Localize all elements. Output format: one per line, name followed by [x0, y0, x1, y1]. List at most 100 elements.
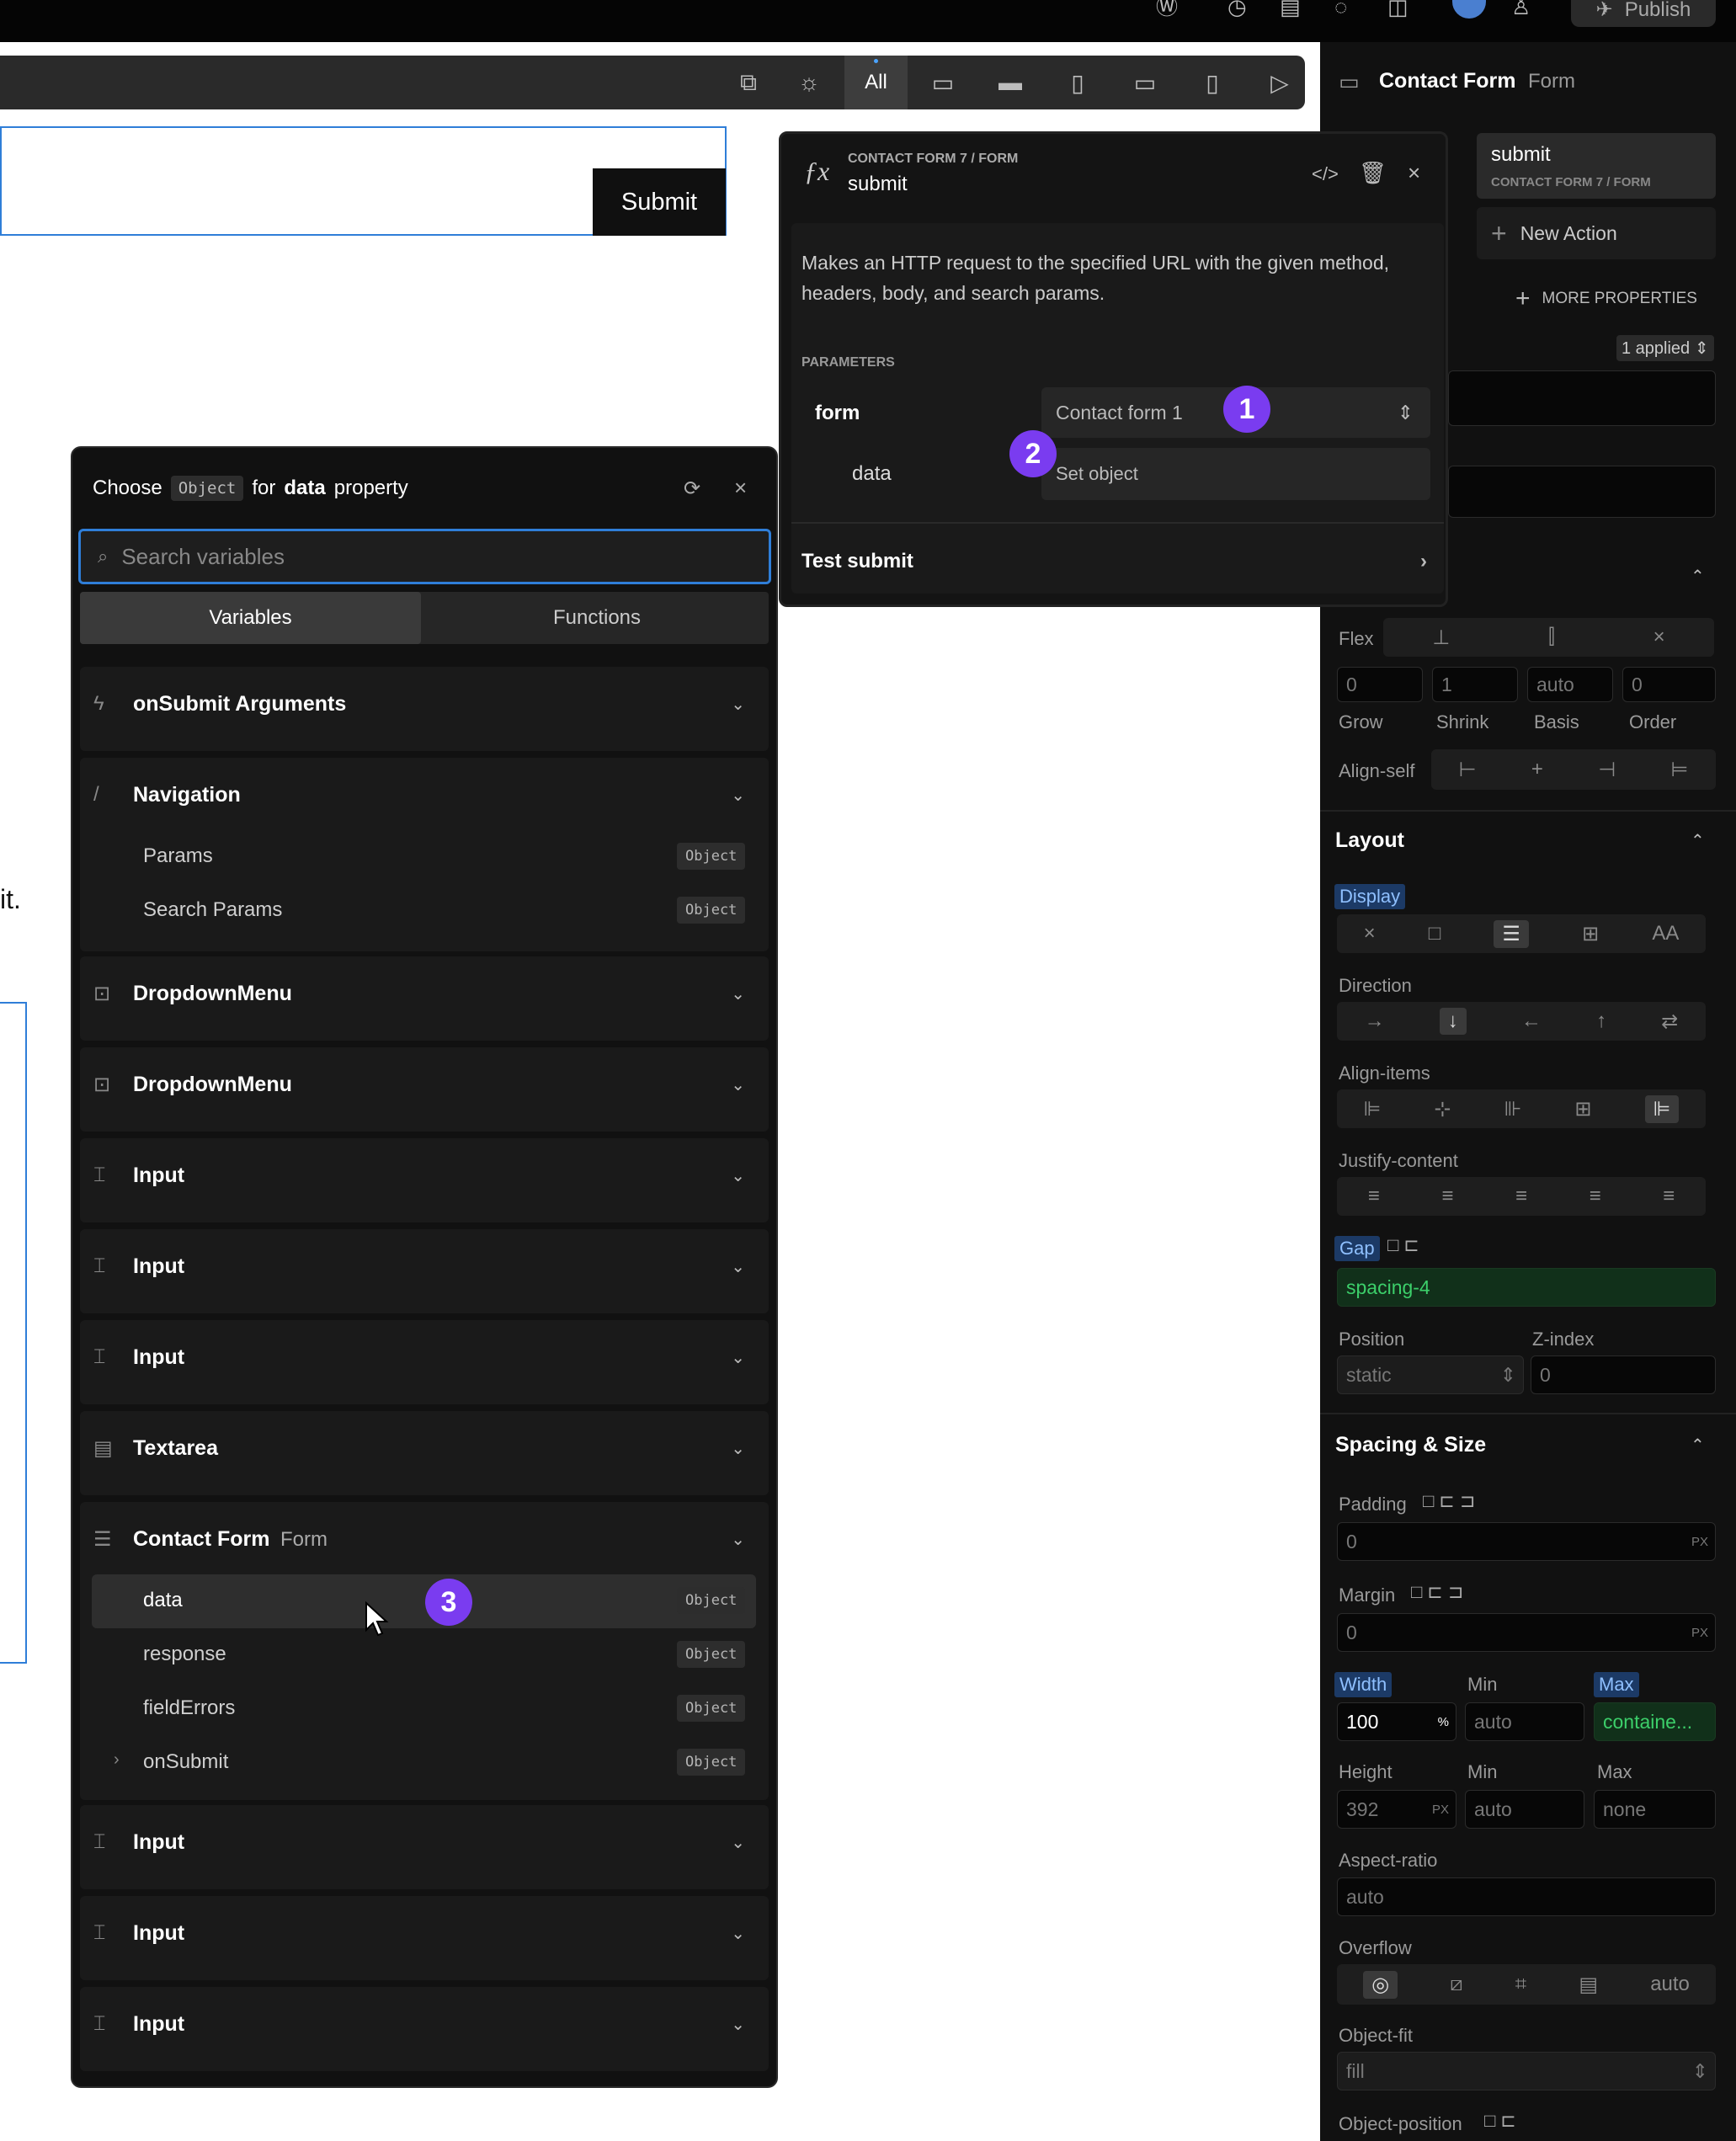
- flex-basis-input[interactable]: auto: [1527, 667, 1613, 702]
- flex-shrink-input[interactable]: 1: [1432, 667, 1518, 702]
- chevron-up-icon[interactable]: ⌃: [1691, 1435, 1705, 1456]
- data-param-input[interactable]: Set object: [1041, 448, 1430, 500]
- book-icon[interactable]: ◫: [1387, 0, 1409, 18]
- new-action-button[interactable]: + New Action: [1477, 207, 1716, 259]
- zindex-input[interactable]: 0: [1531, 1355, 1716, 1394]
- chevron-down-icon: ⌄: [731, 1349, 745, 1367]
- tab-variables[interactable]: Variables: [80, 592, 421, 644]
- tab-functions[interactable]: Functions: [425, 592, 769, 644]
- active-dot: [874, 59, 878, 63]
- comment-icon[interactable]: ◌: [1334, 0, 1347, 18]
- group-dropdownmenu[interactable]: ⊡ DropdownMenu ⌄: [80, 1047, 769, 1132]
- tablet-landscape-icon[interactable]: ▭: [1116, 56, 1174, 109]
- canvas-element-outline[interactable]: [0, 1002, 27, 1664]
- direction-segment[interactable]: → ↓ ← ↑ ⇄: [1337, 1002, 1706, 1041]
- order-label: Order: [1629, 711, 1677, 732]
- list-item-search-params[interactable]: Search Params: [143, 898, 282, 922]
- chevron-right-icon[interactable]: ›: [114, 1750, 120, 1770]
- group-input[interactable]: ⌶ Input ⌄: [80, 1138, 769, 1222]
- list-item-data-highlight[interactable]: [92, 1574, 756, 1628]
- external-link-icon[interactable]: ⧉: [719, 56, 778, 109]
- users-icon[interactable]: ♙: [1511, 0, 1531, 18]
- laptop-icon[interactable]: ▬: [981, 56, 1040, 109]
- phone-icon[interactable]: ▯: [1183, 56, 1242, 109]
- aspect-ratio-input[interactable]: auto: [1337, 1877, 1716, 1916]
- list-item-data[interactable]: data: [143, 1589, 183, 1612]
- action-title: submit: [848, 173, 908, 195]
- close-icon[interactable]: ×: [1408, 160, 1420, 186]
- display-segment[interactable]: × □ ☰ ⊞ AA: [1337, 914, 1706, 953]
- avatar[interactable]: [1452, 0, 1486, 19]
- overflow-segment[interactable]: ◎ ⧄ ⌗ ▤ auto: [1337, 1964, 1716, 2005]
- flex-order-input[interactable]: 0: [1622, 667, 1716, 702]
- chevron-down-icon[interactable]: ⌄: [731, 785, 745, 806]
- action-card[interactable]: submit CONTACT FORM 7 / FORM: [1477, 133, 1716, 199]
- textarea-icon: ▤: [93, 1437, 113, 1460]
- list-item-params[interactable]: Params: [143, 844, 213, 868]
- flex-grow-input[interactable]: 0: [1337, 667, 1423, 702]
- object-position-label: Object-position: [1339, 2113, 1462, 2134]
- chevron-down-icon[interactable]: ⌄: [731, 1529, 745, 1550]
- tablet-icon[interactable]: ▯: [1048, 56, 1107, 109]
- refresh-icon[interactable]: ⟳: [684, 477, 700, 501]
- padding-input[interactable]: 0 PX: [1337, 1522, 1716, 1561]
- close-icon[interactable]: ×: [734, 475, 747, 501]
- wordpress-icon[interactable]: Ⓦ: [1156, 0, 1178, 18]
- dropdown-icon: ⊡: [93, 1073, 111, 1096]
- height-input[interactable]: 392 PX: [1337, 1790, 1456, 1829]
- group-input[interactable]: ⌶ Input ⌄: [80, 1896, 769, 1980]
- group-dropdownmenu[interactable]: ⊡ DropdownMenu ⌄: [80, 956, 769, 1041]
- gap-mode-icons[interactable]: □ ⊏: [1387, 1234, 1419, 1256]
- chevron-updown-icon: ⇕: [1397, 401, 1414, 423]
- desktop-icon[interactable]: ▭: [913, 56, 972, 109]
- margin-input[interactable]: 0 PX: [1337, 1613, 1716, 1652]
- group-input[interactable]: ⌶ Input ⌄: [80, 1805, 769, 1889]
- canvas-toolbar: ⧉ ☼ All ▭ ▬ ▯ ▭ ▯ ▷: [0, 56, 1305, 109]
- padding-mode-icons[interactable]: □ ⊏ ⊐: [1423, 1490, 1475, 1512]
- property-input-2[interactable]: [1448, 466, 1716, 518]
- lightning-icon: ϟ: [93, 692, 104, 715]
- property-input-1[interactable]: [1448, 370, 1716, 426]
- chevron-down-icon: ⌄: [731, 1258, 745, 1276]
- object-fit-select[interactable]: fill ⇕: [1337, 2052, 1716, 2090]
- history-icon[interactable]: ◷: [1227, 0, 1247, 18]
- group-input[interactable]: ⌶ Input ⌄: [80, 1987, 769, 2071]
- chevron-up-icon[interactable]: ⌃: [1691, 566, 1705, 587]
- search-input[interactable]: ⌕ Search variables: [78, 529, 771, 584]
- group-input[interactable]: ⌶ Input ⌄: [80, 1229, 769, 1313]
- height-min-input[interactable]: auto: [1465, 1790, 1584, 1829]
- chevron-up-icon[interactable]: ⌃: [1691, 830, 1705, 851]
- play-icon[interactable]: ▷: [1250, 56, 1309, 109]
- list-item-response[interactable]: response: [143, 1643, 226, 1666]
- height-max-input[interactable]: none: [1594, 1790, 1716, 1829]
- applied-selector[interactable]: 1 applied ⇕: [1616, 335, 1714, 361]
- more-properties-button[interactable]: + MORE PROPERTIES: [1515, 285, 1697, 313]
- submit-button[interactable]: Submit: [593, 168, 726, 236]
- rocket-icon: ✈: [1595, 0, 1613, 21]
- keyboard-icon[interactable]: ▤: [1280, 0, 1301, 18]
- position-select[interactable]: static ⇕: [1337, 1355, 1524, 1394]
- list-item-fielderrors[interactable]: fieldErrors: [143, 1696, 235, 1720]
- form-icon: ▭: [1339, 69, 1360, 94]
- gap-input[interactable]: spacing-4: [1337, 1268, 1716, 1307]
- publish-button[interactable]: ✈ Publish: [1571, 0, 1716, 27]
- test-submit-row[interactable]: Test submit ›: [791, 535, 1444, 589]
- group-onsubmit-arguments[interactable]: ϟ onSubmit Arguments ⌄: [80, 667, 769, 751]
- list-item-onsubmit[interactable]: onSubmit: [143, 1750, 228, 1774]
- group-textarea[interactable]: ▤ Textarea ⌄: [80, 1411, 769, 1495]
- width-max-input[interactable]: containe...: [1594, 1702, 1716, 1741]
- width-input[interactable]: 100%: [1337, 1702, 1456, 1741]
- justify-content-segment[interactable]: ≡ ≡ ≡ ≡ ≡: [1337, 1177, 1706, 1216]
- flex-segment[interactable]: ⊥ ⫿ ×: [1383, 618, 1714, 657]
- group-input[interactable]: ⌶ Input ⌄: [80, 1320, 769, 1404]
- sun-icon[interactable]: ☼: [780, 56, 839, 109]
- chevron-updown-icon: ⇕: [1499, 1363, 1516, 1386]
- code-icon[interactable]: </>: [1312, 163, 1339, 185]
- align-items-segment[interactable]: ⊫ ⊹ ⊪ ⊞ ⊫: [1337, 1089, 1706, 1128]
- align-self-segment[interactable]: ⊢ + ⊣ ⊨: [1431, 749, 1716, 790]
- margin-mode-icons[interactable]: □ ⊏ ⊐: [1411, 1581, 1463, 1603]
- breakpoint-all-tab[interactable]: All: [844, 56, 908, 109]
- trash-icon[interactable]: 🗑: [1359, 160, 1387, 186]
- object-position-mode-icons[interactable]: □ ⊏: [1484, 2110, 1516, 2132]
- width-min-input[interactable]: auto: [1465, 1702, 1584, 1741]
